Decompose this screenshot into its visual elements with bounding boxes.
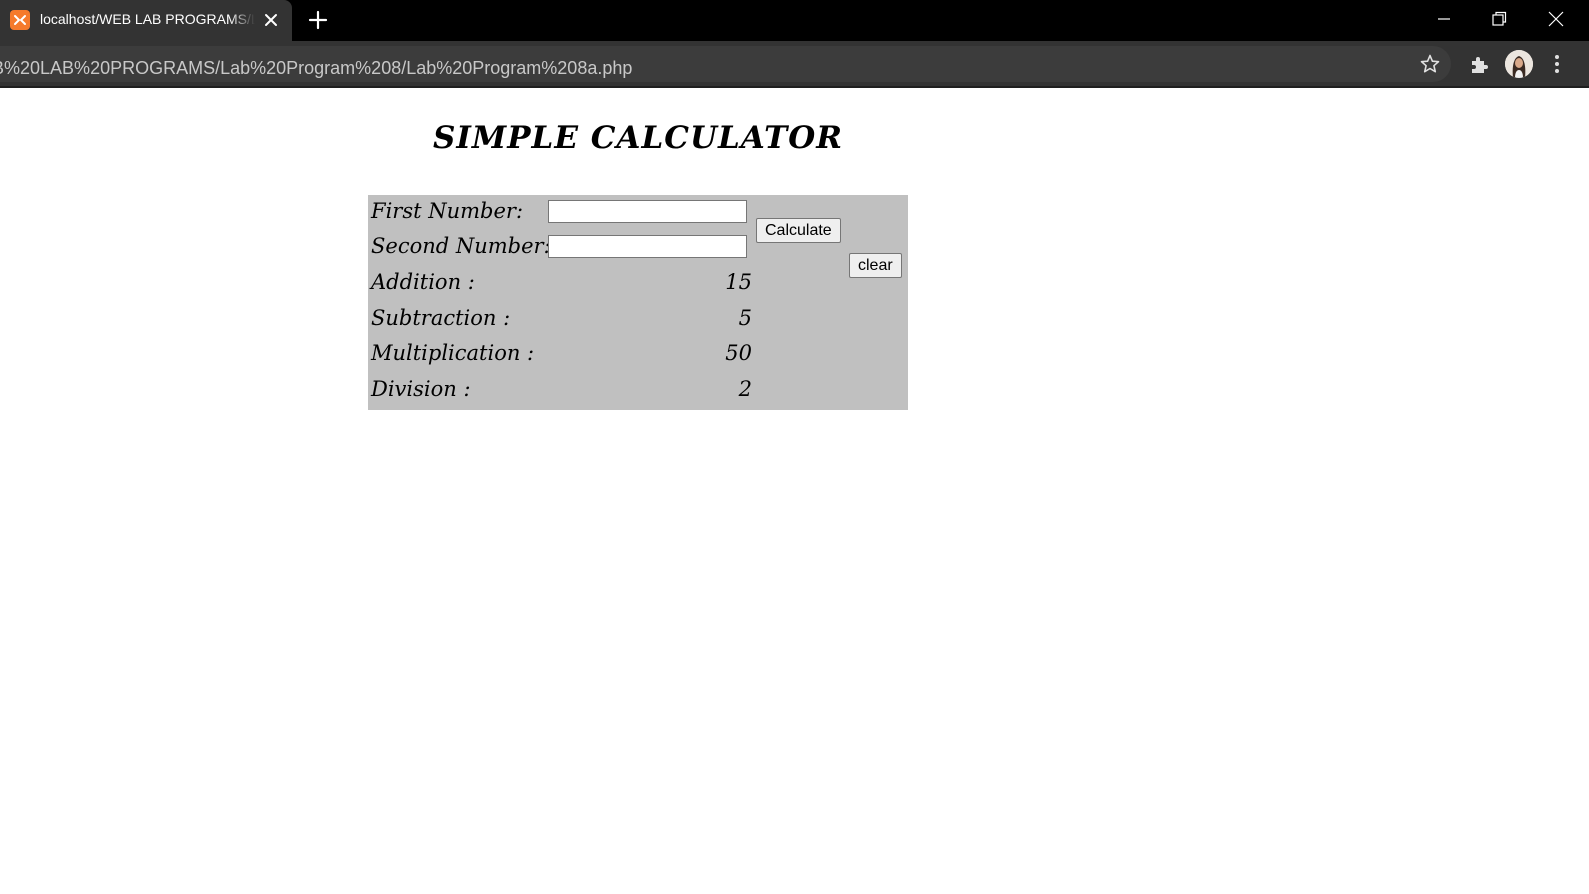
close-window-icon[interactable]	[1545, 8, 1567, 30]
addition-value: 15	[725, 270, 752, 294]
second-number-label: Second Number:	[371, 234, 551, 258]
first-number-label: First Number:	[371, 199, 524, 223]
extensions-puzzle-icon[interactable]	[1468, 53, 1490, 75]
browser-toolbar: EB%20LAB%20PROGRAMS/Lab%20Program%208/La…	[0, 41, 1589, 86]
browser-menu-icon[interactable]	[1549, 53, 1565, 75]
calculator-form: First Number: Second Number: Calculate c…	[368, 195, 908, 410]
calculate-button[interactable]: Calculate	[756, 218, 841, 243]
subtraction-value: 5	[738, 306, 752, 330]
restore-icon[interactable]	[1488, 8, 1510, 30]
multiplication-value: 50	[725, 341, 752, 365]
close-tab-icon[interactable]	[262, 11, 280, 29]
addition-label: Addition :	[371, 270, 475, 294]
clear-button[interactable]: clear	[849, 253, 902, 278]
multiplication-label: Multiplication :	[371, 341, 535, 365]
address-bar[interactable]: EB%20LAB%20PROGRAMS/Lab%20Program%208/La…	[0, 46, 1451, 82]
first-number-input[interactable]	[548, 200, 747, 223]
division-label: Division :	[371, 377, 471, 401]
new-tab-icon[interactable]	[307, 9, 329, 31]
browser-tab[interactable]: localhost/WEB LAB PROGRAMS/Lab Program 8…	[0, 0, 292, 41]
page-title: SIMPLE CALCULATOR	[433, 120, 843, 156]
tab-title: localhost/WEB LAB PROGRAMS/Lab Program 8…	[40, 11, 255, 27]
browser-tab-strip: localhost/WEB LAB PROGRAMS/Lab Program 8…	[0, 0, 1589, 41]
bookmark-star-icon[interactable]	[1419, 53, 1441, 75]
second-number-input[interactable]	[548, 235, 747, 258]
division-value: 2	[738, 377, 752, 401]
subtraction-label: Subtraction :	[371, 306, 511, 330]
profile-avatar[interactable]	[1505, 50, 1533, 78]
toolbar-divider	[0, 86, 1589, 88]
xampp-favicon-icon	[10, 10, 30, 30]
url-text[interactable]: EB%20LAB%20PROGRAMS/Lab%20Program%208/La…	[0, 58, 632, 79]
minimize-icon[interactable]	[1433, 8, 1455, 30]
